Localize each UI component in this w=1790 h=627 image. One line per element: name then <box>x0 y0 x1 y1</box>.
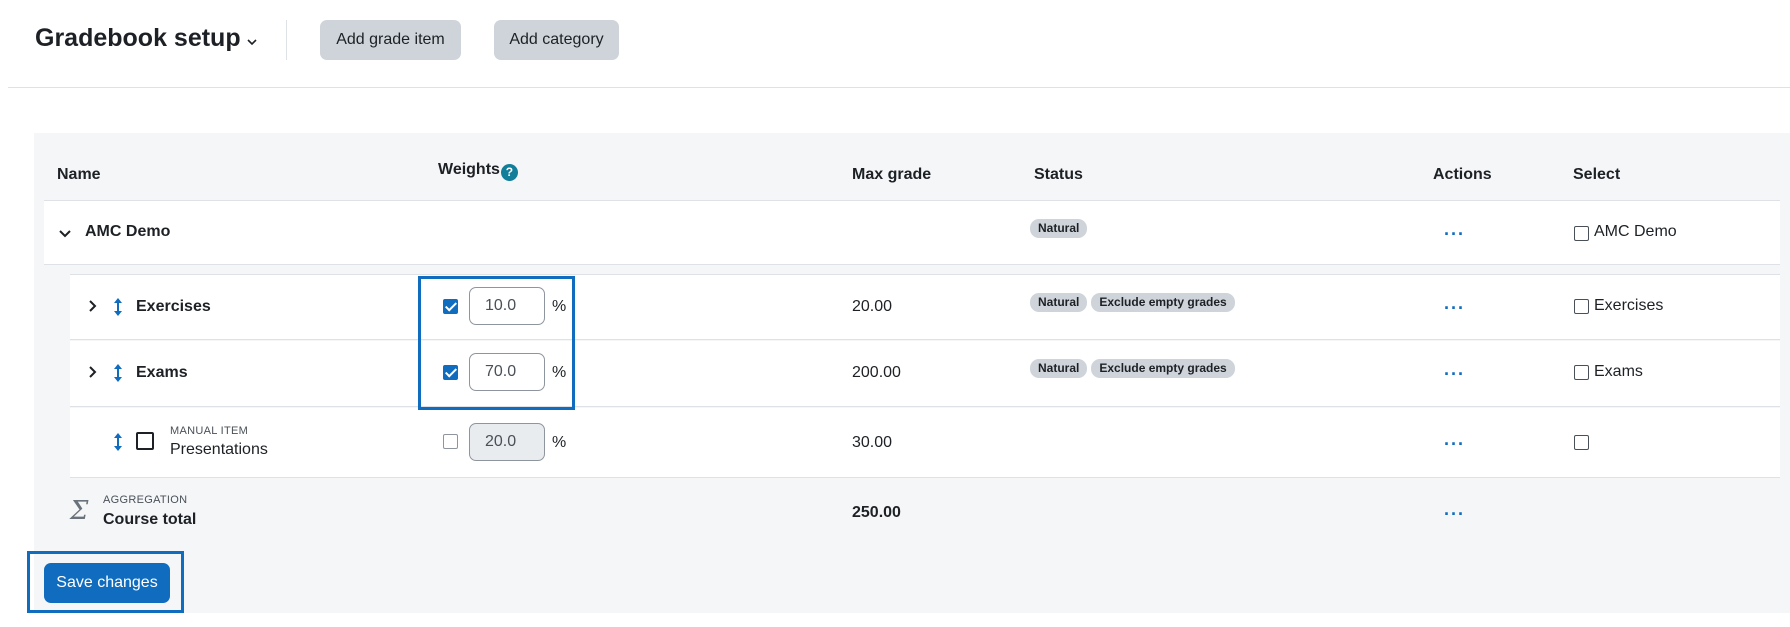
course-total-max-grade: 250.00 <box>852 504 901 521</box>
column-header-status: Status <box>1034 166 1083 183</box>
actions-menu-button[interactable]: ··· <box>1444 225 1465 243</box>
manual-item-icon <box>136 432 154 450</box>
status-badge: Natural <box>1030 293 1088 312</box>
chevron-right-icon[interactable] <box>86 299 100 313</box>
chevron-down-icon[interactable] <box>245 35 259 49</box>
status-badge: Exclude empty grades <box>1091 359 1235 378</box>
select-label: Exercises <box>1594 297 1664 314</box>
status-badge: Natural <box>1030 219 1088 238</box>
max-grade: 200.00 <box>852 364 901 381</box>
column-header-actions: Actions <box>1433 166 1492 183</box>
category-name: AMC Demo <box>85 223 171 240</box>
select-checkbox[interactable] <box>1574 435 1589 450</box>
percent-sign: % <box>552 298 567 315</box>
weight-override-checkbox[interactable] <box>443 365 458 380</box>
column-header-weights: Weights? <box>438 161 518 181</box>
actions-menu-button[interactable]: ··· <box>1444 435 1465 453</box>
gradebook-table: Name Weights? Max grade Status Actions S… <box>34 133 1790 613</box>
total-type-label: AGGREGATION <box>103 494 188 506</box>
sigma-icon: Σ <box>70 496 89 526</box>
max-grade: 20.00 <box>852 298 893 315</box>
actions-menu-button[interactable]: ··· <box>1444 505 1465 523</box>
table-row: Exams % 200.00 NaturalExclude empty grad… <box>70 341 1780 407</box>
weight-input[interactable] <box>469 353 545 391</box>
status-badges: Natural <box>1030 219 1091 238</box>
item-type-label: MANUAL ITEM <box>170 425 249 437</box>
weight-override-checkbox[interactable] <box>443 299 458 314</box>
actions-menu-button[interactable]: ··· <box>1444 299 1465 317</box>
percent-sign: % <box>552 434 567 451</box>
percent-sign: % <box>552 364 567 381</box>
add-grade-item-button[interactable]: Add grade item <box>320 20 461 60</box>
table-row: Exercises % 20.00 NaturalExclude empty g… <box>70 274 1780 340</box>
select-checkbox[interactable] <box>1574 226 1589 241</box>
select-checkbox[interactable] <box>1574 299 1589 314</box>
weight-override-checkbox[interactable] <box>443 434 458 449</box>
column-header-name: Name <box>57 166 101 183</box>
save-changes-button[interactable]: Save changes <box>44 563 170 603</box>
help-icon[interactable]: ? <box>500 164 518 181</box>
weight-input[interactable] <box>469 287 545 325</box>
select-label: AMC Demo <box>1594 223 1677 240</box>
max-grade: 30.00 <box>852 434 893 451</box>
chevron-right-icon[interactable] <box>86 365 100 379</box>
status-badge: Natural <box>1030 359 1088 378</box>
move-icon[interactable] <box>112 297 124 317</box>
category-row: AMC Demo Natural ··· AMC Demo <box>44 200 1780 265</box>
select-label: Exams <box>1594 363 1643 380</box>
status-badges: Natural Exclude empty grades <box>1030 359 1239 378</box>
table-row: MANUAL ITEM Presentations % 30.00 ··· <box>70 408 1780 478</box>
item-name: Exercises <box>136 298 211 315</box>
weight-input[interactable] <box>469 423 545 461</box>
status-badge: Exclude empty grades <box>1091 293 1235 312</box>
chevron-down-icon[interactable] <box>58 227 72 241</box>
page-title[interactable]: Gradebook setup <box>35 24 241 53</box>
add-category-button[interactable]: Add category <box>494 20 619 60</box>
actions-menu-button[interactable]: ··· <box>1444 365 1465 383</box>
item-name: Exams <box>136 364 188 381</box>
column-header-max-grade: Max grade <box>852 166 932 183</box>
weights-label: Weights <box>438 161 500 178</box>
course-total-name: Course total <box>103 511 197 528</box>
column-header-select: Select <box>1573 166 1621 183</box>
move-icon[interactable] <box>112 432 124 452</box>
move-icon[interactable] <box>112 363 124 383</box>
status-badges: Natural Exclude empty grades <box>1030 293 1239 312</box>
header-divider <box>286 20 287 60</box>
page-header: Gradebook setup Add grade item Add categ… <box>8 0 1790 88</box>
item-name: Presentations <box>170 441 268 458</box>
select-checkbox[interactable] <box>1574 365 1589 380</box>
